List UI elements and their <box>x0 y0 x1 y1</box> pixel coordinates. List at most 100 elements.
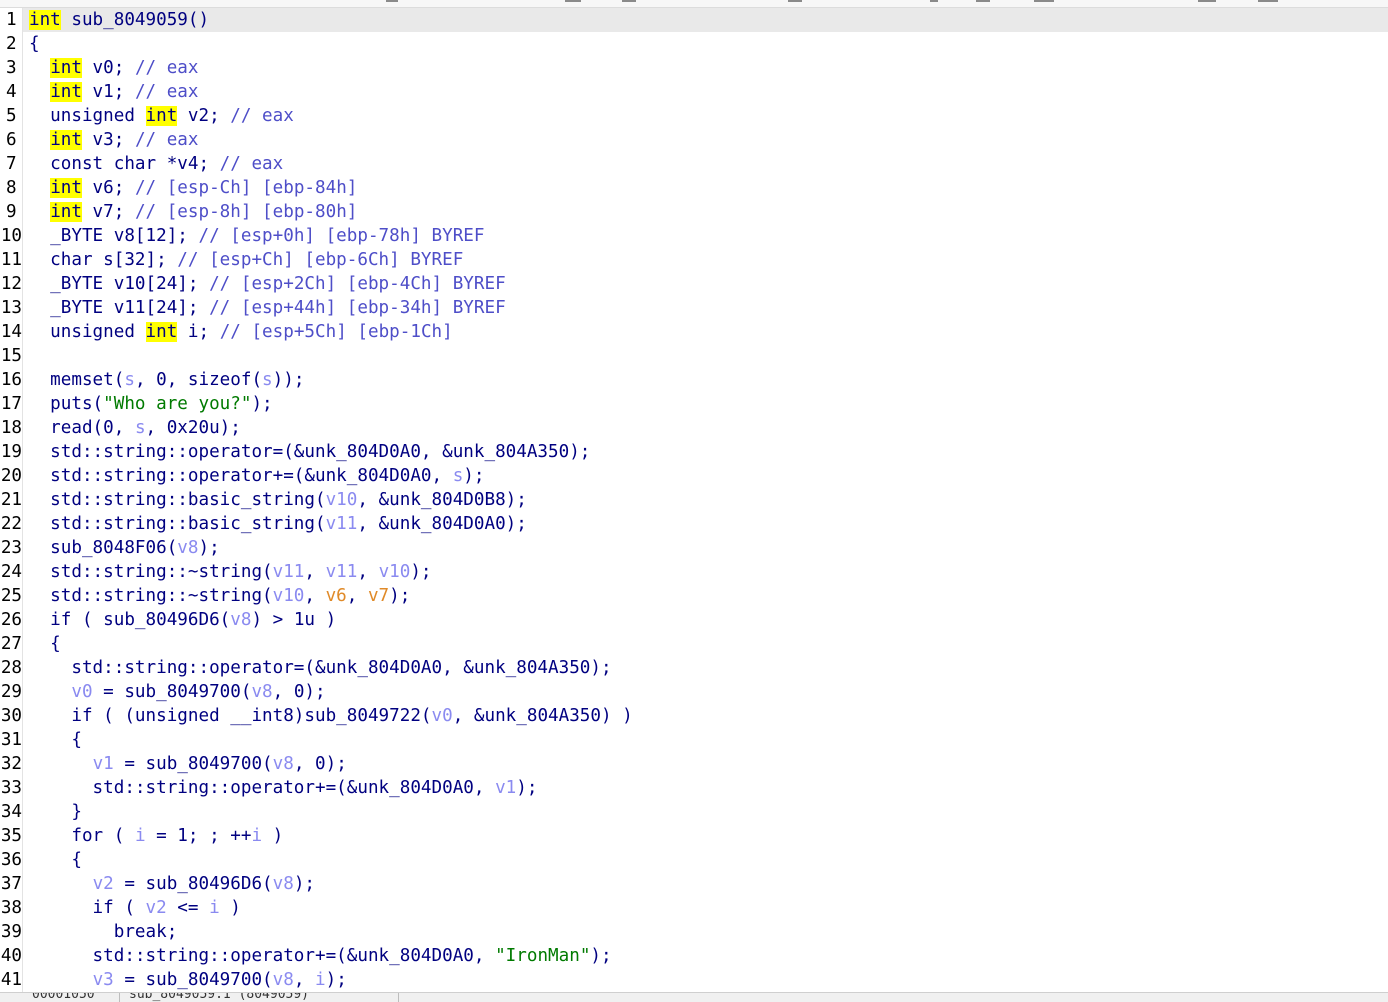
code-token[interactable]: ); <box>389 586 410 606</box>
keyword-token[interactable]: int <box>145 106 178 126</box>
code-line[interactable]: 9 int v7; // [esp-8h] [ebp-80h] <box>0 200 1388 224</box>
code-token[interactable]: , &unk_804A350) ) <box>453 706 633 726</box>
code-token[interactable]: , 0x20u); <box>146 418 241 438</box>
code-text[interactable]: _BYTE v8[12]; // [esp+0h] [ebp-78h] BYRE… <box>29 224 484 248</box>
code-token[interactable]: , 0, sizeof( <box>135 370 262 390</box>
code-token[interactable] <box>29 754 93 774</box>
variable-token[interactable]: v2 <box>146 898 167 918</box>
code-token[interactable]: , 0); <box>273 682 326 702</box>
code-line[interactable]: 21 std::string::basic_string(v10, &unk_8… <box>0 488 1388 512</box>
variable-token[interactable]: i <box>135 826 146 846</box>
code-token[interactable] <box>29 130 50 150</box>
comment-token[interactable]: // eax <box>230 106 294 126</box>
code-token[interactable]: { <box>29 730 82 750</box>
code-token[interactable]: std::string::basic_string( <box>29 514 325 534</box>
code-line[interactable]: 27 { <box>0 632 1388 656</box>
code-text[interactable]: if ( v2 <= i ) <box>29 896 241 920</box>
code-token[interactable]: std::string::operator=(&unk_804D0A0, &un… <box>29 658 611 678</box>
code-token[interactable]: = sub_8049700( <box>114 754 272 774</box>
code-token[interactable]: <= <box>167 898 209 918</box>
code-line[interactable]: 19 std::string::operator=(&unk_804D0A0, … <box>0 440 1388 464</box>
variable-token[interactable]: v8 <box>230 610 251 630</box>
code-token[interactable]: , <box>304 586 325 606</box>
code-text[interactable]: int v3; // eax <box>29 128 199 152</box>
code-line[interactable]: 20 std::string::operator+=(&unk_804D0A0,… <box>0 464 1388 488</box>
code-text[interactable]: { <box>29 32 40 56</box>
code-text[interactable]: for ( i = 1; ; ++i ) <box>29 824 283 848</box>
code-line[interactable]: 10 _BYTE v8[12]; // [esp+0h] [ebp-78h] B… <box>0 224 1388 248</box>
code-token[interactable]: ) <box>220 898 241 918</box>
comment-token[interactable]: // [esp-Ch] [ebp-84h] <box>135 178 357 198</box>
code-text[interactable]: const char *v4; // eax <box>29 152 283 176</box>
keyword-token[interactable]: int <box>145 322 178 342</box>
code-line[interactable]: 41 v3 = sub_8049700(v8, i); <box>0 968 1388 992</box>
keyword-token[interactable]: int <box>50 58 82 78</box>
variable-token[interactable]: s <box>124 370 135 390</box>
code-token[interactable]: ); <box>326 970 347 990</box>
comment-token[interactable]: // [esp+Ch] [ebp-6Ch] BYREF <box>177 250 463 270</box>
code-line[interactable]: 17 puts("Who are you?"); <box>0 392 1388 416</box>
variable-token[interactable]: v8 <box>177 538 198 558</box>
code-token[interactable]: std::string::~string( <box>29 586 272 606</box>
code-token[interactable]: , <box>304 562 325 582</box>
code-text[interactable]: std::string::operator+=(&unk_804D0A0, "I… <box>29 944 612 968</box>
code-text[interactable]: _BYTE v11[24]; // [esp+44h] [ebp-34h] BY… <box>29 296 506 320</box>
code-token[interactable]: v0; <box>82 58 135 78</box>
code-text[interactable]: if ( (unsigned __int8)sub_8049722(v0, &u… <box>29 704 633 728</box>
code-line[interactable]: 26 if ( sub_80496D6(v8) > 1u ) <box>0 608 1388 632</box>
code-token[interactable]: std::string::operator+=(&unk_804D0A0, <box>29 946 495 966</box>
code-token[interactable]: , <box>294 970 315 990</box>
variable-token[interactable]: s <box>262 370 273 390</box>
code-token[interactable]: } <box>29 802 82 822</box>
code-token[interactable]: ); <box>251 394 272 414</box>
code-token[interactable] <box>29 970 93 990</box>
code-line[interactable]: 23 sub_8048F06(v8); <box>0 536 1388 560</box>
variable-token[interactable]: v3 <box>93 970 114 990</box>
comment-token[interactable]: // [esp+2Ch] [ebp-4Ch] BYREF <box>209 274 506 294</box>
code-text[interactable]: sub_8048F06(v8); <box>29 536 220 560</box>
code-text[interactable]: { <box>29 848 82 872</box>
code-text[interactable]: break; <box>29 920 178 944</box>
code-token[interactable]: _BYTE v11[24]; <box>29 298 209 318</box>
code-text[interactable]: read(0, s, 0x20u); <box>29 416 241 440</box>
code-line[interactable]: 39 break; <box>0 920 1388 944</box>
variable-token[interactable]: i <box>209 898 220 918</box>
code-text[interactable]: v0 = sub_8049700(v8, 0); <box>29 680 326 704</box>
code-token[interactable]: unsigned <box>29 106 146 126</box>
code-line[interactable]: 18 read(0, s, 0x20u); <box>0 416 1388 440</box>
code-token[interactable]: sub_8048F06( <box>29 538 177 558</box>
code-token[interactable]: = 1; ; ++ <box>146 826 251 846</box>
code-line[interactable]: 16 memset(s, 0, sizeof(s)); <box>0 368 1388 392</box>
code-token[interactable]: ); <box>516 778 537 798</box>
code-token[interactable]: { <box>29 634 61 654</box>
keyword-token[interactable]: int <box>29 10 61 30</box>
keyword-token[interactable]: int <box>50 82 82 102</box>
code-token[interactable]: { <box>29 850 82 870</box>
variable-token[interactable]: v10 <box>379 562 411 582</box>
code-token[interactable] <box>29 178 50 198</box>
string-token[interactable]: "Who are you?" <box>103 394 251 414</box>
code-token[interactable]: ); <box>463 466 484 486</box>
variable-token[interactable]: v10 <box>273 586 305 606</box>
variable-token[interactable]: v8 <box>273 874 294 894</box>
code-text[interactable]: v2 = sub_80496D6(v8); <box>29 872 315 896</box>
code-line[interactable]: 32 v1 = sub_8049700(v8, 0); <box>0 752 1388 776</box>
code-line[interactable]: 5 unsigned int v2; // eax <box>0 104 1388 128</box>
code-token[interactable] <box>29 82 50 102</box>
variable-token[interactable]: v8 <box>273 970 294 990</box>
code-text[interactable]: std::string::basic_string(v10, &unk_804D… <box>29 488 527 512</box>
code-token[interactable]: , 0); <box>294 754 347 774</box>
variable-token[interactable]: v11 <box>326 514 358 534</box>
code-line[interactable]: 3 int v0; // eax <box>0 56 1388 80</box>
code-token[interactable] <box>29 682 71 702</box>
variable-token[interactable]: v11 <box>326 562 358 582</box>
code-token[interactable] <box>29 874 93 894</box>
variable-token[interactable]: s <box>135 418 146 438</box>
code-line[interactable]: 33 std::string::operator+=(&unk_804D0A0,… <box>0 776 1388 800</box>
code-text[interactable]: int sub_8049059() <box>29 8 209 32</box>
code-text[interactable]: std::string::operator+=(&unk_804D0A0, v1… <box>29 776 538 800</box>
comment-token[interactable]: // eax <box>135 130 199 150</box>
code-line[interactable]: 12 _BYTE v10[24]; // [esp+2Ch] [ebp-4Ch]… <box>0 272 1388 296</box>
code-line[interactable]: 29 v0 = sub_8049700(v8, 0); <box>0 680 1388 704</box>
code-token[interactable]: i; <box>177 322 219 342</box>
